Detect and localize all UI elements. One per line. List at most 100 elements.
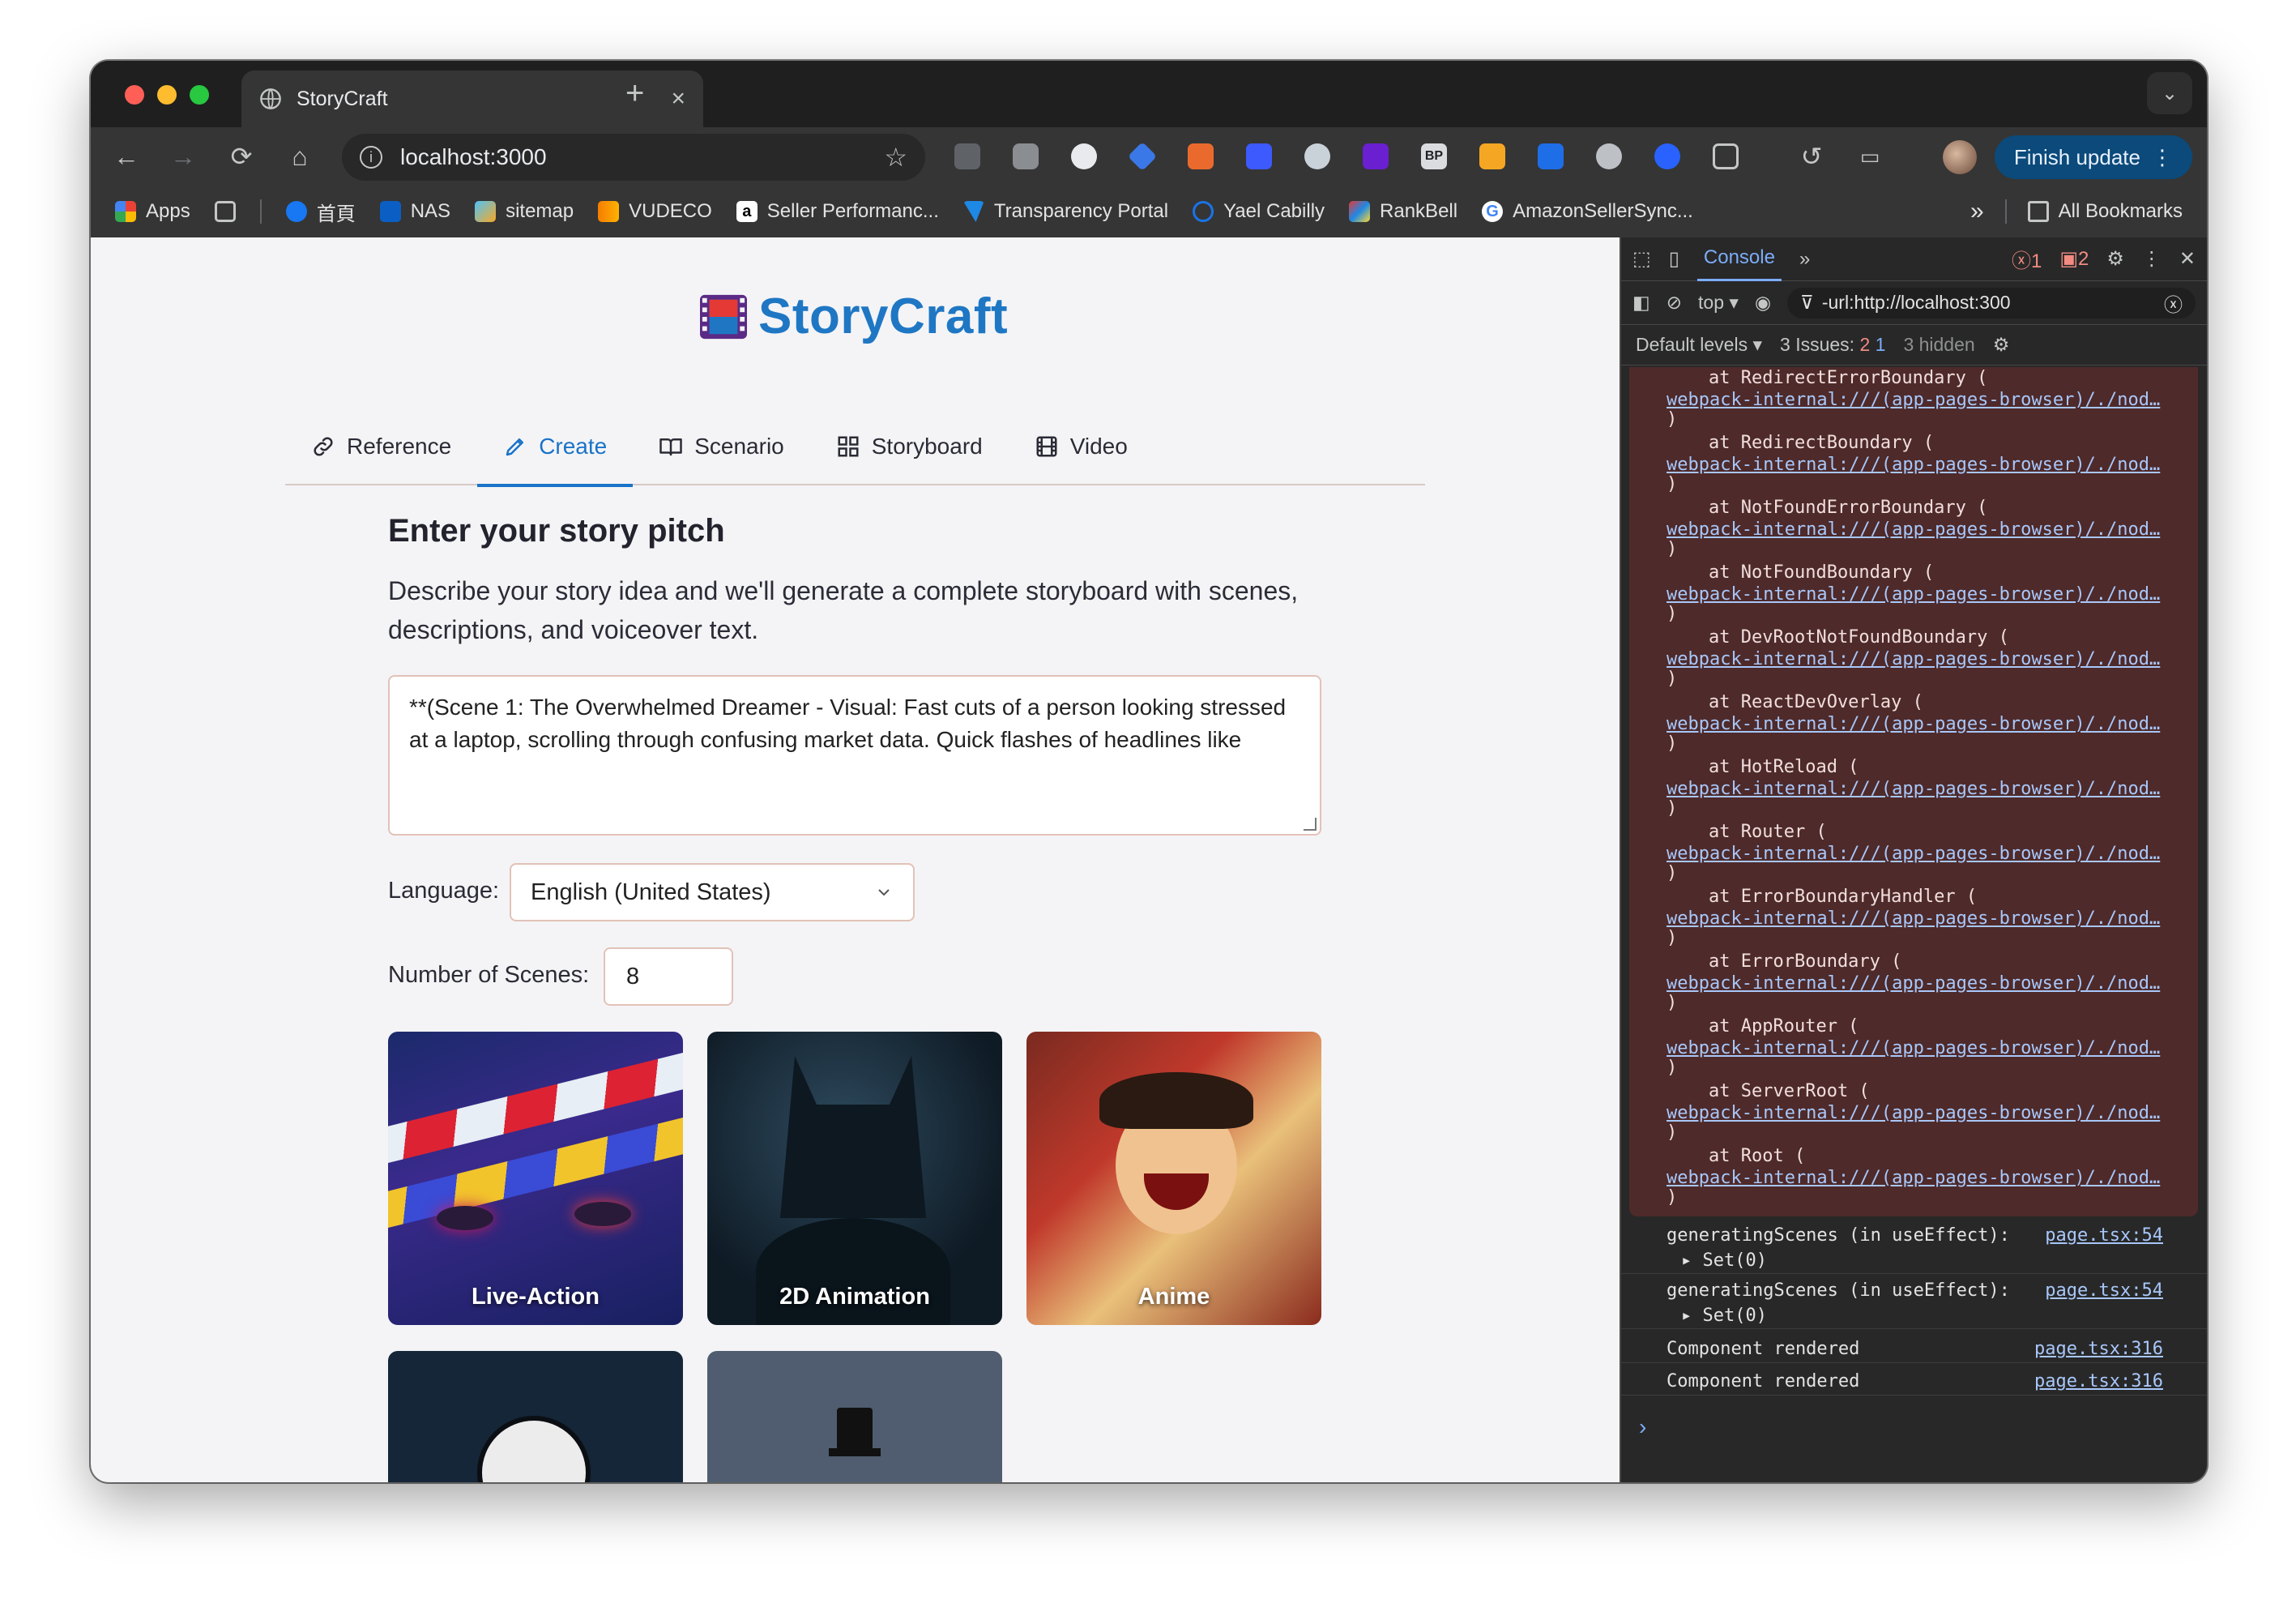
extension-icon[interactable] (1654, 143, 1680, 169)
tab-create[interactable]: Create (477, 408, 634, 487)
all-bookmarks-folder[interactable]: All Bookmarks (2027, 200, 2183, 223)
tab-search-button[interactable]: ⌄ (2147, 72, 2192, 114)
bookmark-vudeco[interactable]: VUDECO (598, 200, 712, 223)
extension-icon[interactable] (954, 143, 980, 169)
style-card-2d-animation[interactable]: 2D Animation (707, 1032, 1002, 1325)
tab-video[interactable]: Video (1009, 408, 1154, 485)
extension-icon[interactable] (1188, 143, 1214, 169)
log-source-link[interactable]: page.tsx:54 (2045, 1223, 2163, 1249)
language-select[interactable]: English (United States) (510, 863, 915, 921)
bookmark-amazonsellersync[interactable]: G AmazonSellerSync... (1482, 200, 1693, 223)
history-icon[interactable]: ↺ (1794, 139, 1829, 174)
more-options-icon[interactable]: ⋮ (2142, 247, 2162, 271)
close-tab-icon[interactable]: × (671, 85, 685, 113)
log-source-link[interactable]: page.tsx:316 (2034, 1369, 2163, 1395)
stack-frame-link[interactable]: webpack-internal:///(app-pages-browser)/… (1667, 519, 2161, 541)
log-expandable[interactable]: ▸ Set(0) (1667, 1249, 2163, 1273)
live-expression-eye-icon[interactable]: ◉ (1755, 292, 1771, 314)
cast-icon[interactable]: ▭ (1852, 139, 1888, 174)
bookmark-rankbell[interactable]: RankBell (1349, 200, 1457, 223)
log-source-link[interactable]: page.tsx:316 (2034, 1336, 2163, 1362)
stack-frame-link[interactable]: webpack-internal:///(app-pages-browser)/… (1667, 1038, 2161, 1059)
address-bar[interactable]: i localhost:3000 ☆ (342, 134, 925, 181)
error-count-badge[interactable]: ⓧ1 (2012, 245, 2042, 273)
stack-frame-link[interactable]: webpack-internal:///(app-pages-browser)/… (1667, 714, 2161, 735)
style-card-5[interactable] (707, 1351, 1002, 1482)
stack-frame-link[interactable]: webpack-internal:///(app-pages-browser)/… (1667, 908, 2161, 930)
close-devtools-icon[interactable]: ✕ (2179, 247, 2196, 271)
stack-frame-link[interactable]: webpack-internal:///(app-pages-browser)/… (1667, 1103, 2161, 1124)
extension-icon[interactable] (1538, 143, 1564, 169)
forward-button[interactable]: → (165, 139, 201, 174)
tab-scenario[interactable]: Scenario (633, 408, 810, 485)
more-bookmarks-icon[interactable]: » (1970, 198, 1984, 225)
style-card-anime[interactable]: Anime (1026, 1032, 1321, 1325)
pencil-icon (506, 438, 524, 456)
extension-icon[interactable] (1363, 143, 1389, 169)
bookmark-home[interactable]: 首頁 (285, 198, 356, 226)
tab-storyboard[interactable]: Storyboard (810, 408, 1009, 485)
console-settings-icon[interactable]: ⚙ (1993, 334, 2010, 356)
bookmark-sitemap[interactable]: sitemap (475, 200, 574, 223)
extension-icon[interactable] (1127, 141, 1158, 172)
clear-filter-icon[interactable]: ⓧ (2164, 289, 2183, 317)
extensions-puzzle-icon[interactable] (1713, 143, 1739, 169)
tab-reference[interactable]: Reference (285, 408, 477, 485)
story-pitch-textarea[interactable]: **(Scene 1: The Overwhelmed Dreamer - Vi… (388, 675, 1321, 836)
reload-button[interactable]: ⟳ (224, 139, 259, 174)
bp-extension-icon[interactable]: BP (1421, 143, 1447, 169)
log-levels-dropdown[interactable]: Default levels ▾ (1636, 334, 1762, 356)
tab-console[interactable]: Console (1696, 237, 1782, 281)
extension-icon[interactable] (1071, 143, 1097, 169)
stack-frame-link[interactable]: webpack-internal:///(app-pages-browser)/… (1667, 1168, 2161, 1189)
device-toolbar-icon[interactable]: ▯ (1669, 247, 1679, 271)
context-selector[interactable]: top ▾ (1698, 292, 1739, 314)
bookmark-apps[interactable]: Apps (115, 200, 190, 223)
resize-handle[interactable] (1304, 818, 1317, 831)
close-window-button[interactable] (125, 85, 144, 105)
warning-count-badge[interactable]: ▣2 (2059, 247, 2089, 271)
console-filter-input[interactable]: ⊽ -url:http://localhost:300 ⓧ (1787, 287, 2196, 318)
stack-frame-link[interactable]: webpack-internal:///(app-pages-browser)/… (1667, 779, 2161, 800)
maximize-window-button[interactable] (190, 85, 209, 105)
bookmark-star-icon[interactable]: ☆ (884, 142, 907, 173)
inspect-element-icon[interactable]: ⬚ (1632, 247, 1651, 271)
bookmark-nas[interactable]: NAS (379, 200, 450, 223)
console-prompt[interactable]: › (1639, 1414, 1646, 1440)
scenes-input[interactable]: 8 (604, 947, 733, 1006)
issues-errors: 2 (1859, 334, 1871, 355)
camera-extension-icon[interactable] (1013, 143, 1039, 169)
extension-icon[interactable] (1304, 143, 1330, 169)
issues-button[interactable]: 3 Issues: 2 1 (1780, 334, 1885, 356)
finish-update-button[interactable]: Finish update ⋮ (1994, 135, 2192, 179)
minimize-window-button[interactable] (157, 85, 177, 105)
extension-icon[interactable] (1246, 143, 1272, 169)
stack-frame-link[interactable]: webpack-internal:///(app-pages-browser)/… (1667, 390, 2161, 411)
tab-groups-icon[interactable] (214, 201, 236, 222)
back-button[interactable]: ← (109, 139, 144, 174)
extension-icon[interactable] (1596, 143, 1622, 169)
profile-avatar[interactable] (1943, 140, 1977, 174)
site-info-icon[interactable]: i (360, 146, 382, 169)
stack-frame-link[interactable]: webpack-internal:///(app-pages-browser)/… (1667, 584, 2161, 605)
clear-console-icon[interactable]: ⊘ (1667, 292, 1682, 314)
stack-frame-link[interactable]: webpack-internal:///(app-pages-browser)/… (1667, 844, 2161, 865)
home-button[interactable]: ⌂ (282, 139, 318, 174)
sidebar-toggle-icon[interactable]: ◧ (1632, 292, 1650, 314)
bookmark-yael-cabilly[interactable]: Yael Cabilly (1193, 200, 1325, 223)
stack-frame-link[interactable]: webpack-internal:///(app-pages-browser)/… (1667, 973, 2161, 994)
stack-frame-link[interactable]: webpack-internal:///(app-pages-browser)/… (1667, 649, 2161, 670)
new-tab-button[interactable]: + (625, 75, 644, 112)
log-source-link[interactable]: page.tsx:54 (2045, 1278, 2163, 1304)
extension-icon[interactable] (1479, 143, 1505, 169)
stack-frame-link[interactable]: webpack-internal:///(app-pages-browser)/… (1667, 455, 2161, 476)
bookmark-transparency-portal[interactable]: Transparency Portal (962, 200, 1168, 223)
bookmark-seller-performance[interactable]: a Seller Performanc... (736, 200, 939, 223)
more-tabs-icon[interactable]: » (1799, 248, 1810, 271)
globe-icon (260, 88, 281, 109)
pitch-text: **(Scene 1: The Overwhelmed Dreamer - Vi… (409, 695, 1287, 752)
style-card-live-action[interactable]: Live-Action (388, 1032, 683, 1325)
style-card-4[interactable] (388, 1351, 683, 1482)
settings-gear-icon[interactable]: ⚙ (2106, 247, 2124, 271)
log-expandable[interactable]: ▸ Set(0) (1667, 1304, 2163, 1328)
